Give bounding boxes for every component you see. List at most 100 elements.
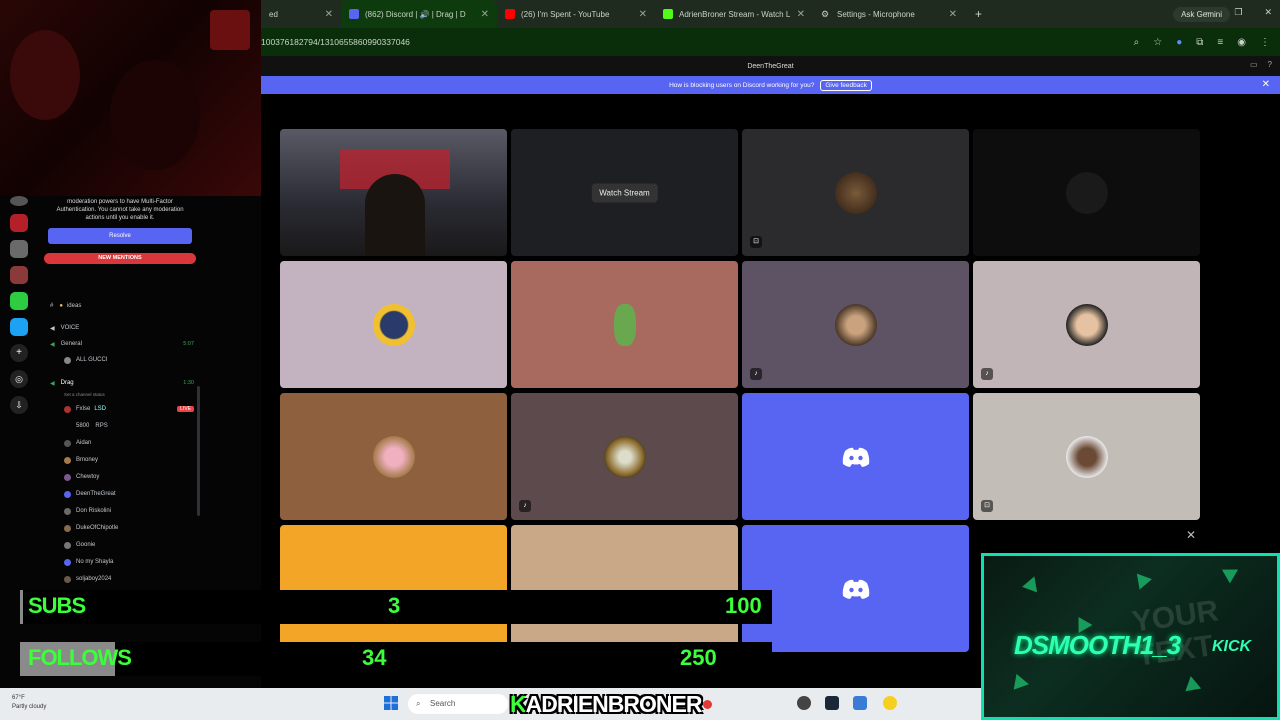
channel-status[interactable]: Set a channel status bbox=[40, 388, 200, 400]
member-row[interactable]: Bmoney bbox=[40, 454, 200, 466]
kick-card-tag: KICK bbox=[1212, 638, 1252, 655]
zoom-icon[interactable]: ⌕ bbox=[1134, 37, 1140, 48]
tab-title: (26) I'm Spent - YouTube bbox=[521, 9, 610, 19]
channel-ideas[interactable]: # ● ideas bbox=[40, 300, 200, 312]
minimize-icon[interactable]: — bbox=[1203, 7, 1212, 18]
app-icon[interactable] bbox=[883, 696, 897, 710]
download-icon[interactable]: ⇩ bbox=[10, 396, 28, 414]
member-name: Chewtoy bbox=[76, 474, 100, 480]
subs-goal: 100 bbox=[725, 593, 762, 618]
kick-channel-overlay: K ADRIENBRONER bbox=[510, 690, 713, 718]
close-icon[interactable]: ✕ bbox=[1186, 528, 1196, 542]
close-icon[interactable]: ✕ bbox=[325, 9, 333, 20]
webcam-shape bbox=[110, 60, 200, 170]
discord-logo-icon bbox=[842, 447, 869, 467]
video-tile[interactable] bbox=[742, 525, 969, 652]
server-icon[interactable] bbox=[10, 292, 28, 310]
video-tile[interactable]: ♪ bbox=[973, 261, 1200, 388]
server-icon[interactable] bbox=[10, 318, 28, 336]
member-name: Don Riskolini bbox=[76, 508, 112, 514]
close-icon[interactable]: ✕ bbox=[1264, 7, 1272, 18]
discover-icon[interactable]: ◎ bbox=[10, 370, 28, 388]
video-tile[interactable] bbox=[280, 525, 507, 652]
video-tile[interactable] bbox=[280, 393, 507, 520]
member-row[interactable]: DukeOfChipotle bbox=[40, 522, 200, 534]
menu-icon[interactable]: ⋮ bbox=[1260, 37, 1270, 48]
member-row[interactable]: soljaboy2024 bbox=[40, 573, 200, 585]
steam-icon[interactable] bbox=[825, 696, 839, 710]
avatar bbox=[64, 575, 71, 583]
video-tile[interactable] bbox=[973, 129, 1200, 256]
give-feedback-button[interactable]: Give feedback bbox=[820, 79, 872, 91]
browser-tab-kick[interactable]: AdrienBroner Stream - Watch L ✕ bbox=[655, 0, 813, 28]
category-voice[interactable]: ◀ VOICE bbox=[40, 322, 200, 334]
weather-widget[interactable]: 67°F Partly cloudy bbox=[12, 694, 46, 712]
video-tile[interactable]: ♪ bbox=[742, 261, 969, 388]
close-icon[interactable]: ✕ bbox=[481, 9, 489, 20]
lightbulb-icon: ● bbox=[59, 303, 63, 309]
watch-stream-button[interactable]: Watch Stream bbox=[591, 183, 658, 202]
video-tile[interactable] bbox=[511, 525, 738, 652]
member-name: Bmoney bbox=[76, 457, 99, 463]
avatar bbox=[64, 558, 71, 566]
video-tile[interactable]: ⊡ bbox=[973, 393, 1200, 520]
scrollbar[interactable] bbox=[197, 386, 200, 516]
server-icon[interactable] bbox=[10, 266, 28, 284]
resolve-button[interactable]: Resolve bbox=[48, 228, 192, 244]
windows-start-icon[interactable] bbox=[384, 696, 398, 710]
member-tag: RPS bbox=[95, 423, 108, 429]
member-row[interactable]: No my Shayla bbox=[40, 556, 200, 568]
browser-tab-discord[interactable]: (862) Discord | 🔊 | Drag | D ✕ bbox=[341, 0, 497, 28]
video-tile-stream[interactable]: Watch Stream bbox=[511, 129, 738, 256]
server-icon[interactable] bbox=[10, 240, 28, 258]
member-row[interactable]: Fxlse LSD LIVE bbox=[40, 403, 200, 415]
close-icon[interactable]: ✕ bbox=[639, 9, 647, 20]
avatar bbox=[64, 439, 71, 447]
close-icon[interactable]: ✕ bbox=[949, 9, 957, 20]
new-mentions-pill[interactable]: NEW MENTIONS bbox=[44, 253, 196, 264]
browser-tab-youtube[interactable]: (26) I'm Spent - YouTube ✕ bbox=[497, 0, 655, 28]
app-icon[interactable] bbox=[853, 696, 867, 710]
maximize-icon[interactable]: ❐ bbox=[1234, 7, 1242, 18]
add-server-icon[interactable]: + bbox=[10, 344, 28, 362]
kick-card-name: DSMOOTH1_3 bbox=[1014, 630, 1181, 660]
member-row[interactable]: Aidan bbox=[40, 437, 200, 449]
video-tile[interactable]: ⊡ bbox=[742, 129, 969, 256]
member-row[interactable]: Chewtoy bbox=[40, 471, 200, 483]
member-row[interactable]: DeenTheGreat bbox=[40, 488, 200, 500]
browser-tab-settings[interactable]: ⚙ Settings - Microphone ✕ bbox=[813, 0, 965, 28]
url-text[interactable]: 100376182794/1310655860990337046 bbox=[261, 37, 410, 47]
mic-icon: ♪ bbox=[519, 500, 531, 512]
member-row[interactable]: 5800 RPS bbox=[40, 420, 200, 432]
mic-icon: ♪ bbox=[750, 368, 762, 380]
video-tile[interactable] bbox=[742, 393, 969, 520]
account-icon[interactable]: ◉ bbox=[1237, 37, 1246, 48]
bookmark-star-icon[interactable]: ☆ bbox=[1153, 37, 1162, 48]
extensions-icon[interactable]: ⧉ bbox=[1196, 37, 1203, 48]
video-tile[interactable] bbox=[280, 261, 507, 388]
decor-shape bbox=[1013, 673, 1031, 693]
tab-title: (862) Discord | 🔊 | Drag | D bbox=[365, 9, 466, 19]
decor-shape bbox=[1132, 573, 1152, 593]
channel-general[interactable]: ◀ General 5:07 bbox=[40, 338, 200, 350]
close-icon[interactable]: ✕ bbox=[1262, 79, 1270, 90]
video-tile[interactable]: ♪ bbox=[511, 393, 738, 520]
inbox-icon[interactable]: ▭ bbox=[1250, 60, 1258, 69]
member-row[interactable]: ALL GUCCI bbox=[40, 354, 200, 366]
feedback-banner: How is blocking users on Discord working… bbox=[261, 76, 1280, 94]
video-tile[interactable] bbox=[511, 261, 738, 388]
server-icon[interactable] bbox=[10, 214, 28, 232]
speaker-icon: ◀ bbox=[50, 341, 55, 348]
new-tab-button[interactable]: + bbox=[965, 7, 992, 21]
close-icon[interactable]: ✕ bbox=[797, 9, 805, 20]
browser-tab[interactable]: ed ✕ bbox=[261, 0, 341, 28]
member-row[interactable]: Goonie bbox=[40, 539, 200, 551]
video-tile-streamer[interactable] bbox=[280, 129, 507, 256]
media-icon[interactable]: ≡ bbox=[1217, 37, 1223, 48]
taskbar-search[interactable]: ⌕ Search bbox=[408, 694, 508, 714]
help-icon[interactable]: ? bbox=[1268, 60, 1272, 69]
profile-icon[interactable]: ● bbox=[1176, 37, 1182, 48]
member-row[interactable]: Don Riskolini bbox=[40, 505, 200, 517]
server-icon[interactable] bbox=[10, 196, 28, 206]
app-icon[interactable] bbox=[797, 696, 811, 710]
